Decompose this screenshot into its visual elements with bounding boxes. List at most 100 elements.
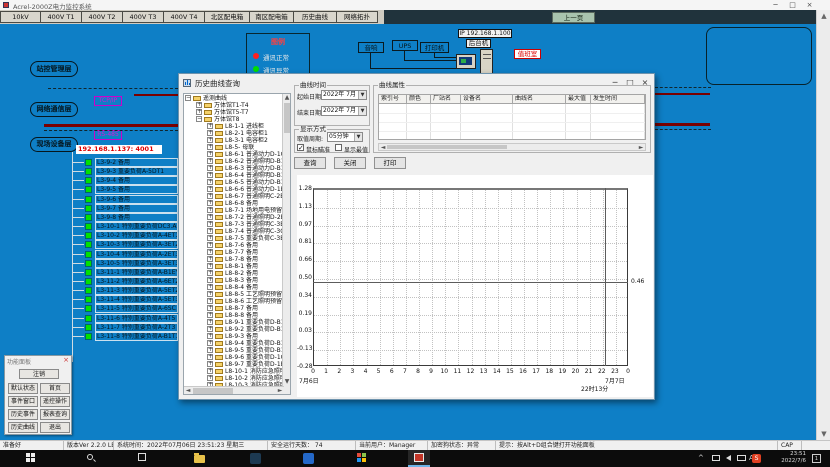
tree-item[interactable]: +L8-6-3 普通动力D-B1 xyxy=(184,165,284,172)
window-minimize-button[interactable]: ─ xyxy=(768,0,783,10)
status-green-indicator[interactable] xyxy=(85,296,92,303)
tree-item[interactable]: +L8-8-7 备用 xyxy=(184,305,284,312)
tree-item[interactable]: +L8-9-3 备用 xyxy=(184,333,284,340)
status-green-indicator[interactable] xyxy=(85,196,92,203)
tab-北区配电箱[interactable]: 北区配电箱 xyxy=(204,11,250,23)
scroll-right-icon[interactable]: ► xyxy=(637,144,645,152)
scroll-down-icon[interactable]: ▼ xyxy=(283,378,291,386)
dropdown-arrow-icon[interactable]: ▼ xyxy=(358,91,366,99)
window-maximize-button[interactable]: □ xyxy=(785,0,800,10)
column-header-曲线名[interactable]: 曲线名 xyxy=(513,95,566,104)
tree-item[interactable]: +L8-7-7 备用 xyxy=(184,249,284,256)
window-titlebar[interactable]: Acrel-2000Z电力监控系统 ─ □ × xyxy=(0,0,830,10)
scroll-left-icon[interactable]: ◄ xyxy=(184,387,192,395)
tree-item[interactable]: +L8-1-1 进线柜 xyxy=(184,123,284,130)
scroll-thumb[interactable] xyxy=(387,145,507,149)
acrel-app-taskbar-icon[interactable] xyxy=(408,450,430,467)
status-green-indicator[interactable] xyxy=(85,260,92,267)
tree-item[interactable]: +L8-6-6 普通动力D-1B xyxy=(184,186,284,193)
panel-button-遥控操作[interactable]: 遥控操作 xyxy=(40,396,70,407)
end-date-picker[interactable]: 2022年 7月 6▼ xyxy=(321,106,367,116)
close-button[interactable]: 关闭 xyxy=(334,157,366,169)
status-green-indicator[interactable] xyxy=(85,305,92,312)
tray-network-icon[interactable] xyxy=(712,455,720,461)
column-header-发生时间[interactable]: 发生时间 xyxy=(591,95,645,104)
tree-item[interactable]: +L8-7-2 普通照明D-2B xyxy=(184,214,284,221)
tray-sogou-icon[interactable]: S xyxy=(752,454,761,463)
status-green-indicator[interactable] xyxy=(85,269,92,276)
panel-button-退出[interactable]: 退出 xyxy=(40,422,70,433)
tree-item[interactable]: +L8-7-5 重要负荷C-3B xyxy=(184,235,284,242)
tree-item[interactable]: +L8-10-2 消防应急照明 xyxy=(184,375,284,382)
panel-button-历史曲线[interactable]: 历史曲线 xyxy=(8,422,38,433)
tree-item[interactable]: +L8-7-1 场地用电预留 xyxy=(184,207,284,214)
tab-历史曲线[interactable]: 历史曲线 xyxy=(293,11,337,23)
column-header-索引号[interactable]: 索引号 xyxy=(379,95,407,104)
tree-item[interactable]: +L8-7-8 备用 xyxy=(184,256,284,263)
task-view-icon[interactable] xyxy=(138,453,149,464)
notification-center-icon[interactable]: 1 xyxy=(812,454,821,463)
tree-item[interactable]: +L8-3-1 电容柜2 xyxy=(184,137,284,144)
tree-expand-icon[interactable]: − xyxy=(185,95,191,101)
tree-item[interactable]: +L8-8-2 备用 xyxy=(184,270,284,277)
tree-item[interactable]: +L8-8-3 备用 xyxy=(184,277,284,284)
history-curve-chart[interactable]: 1.281.130.970.810.660.500.340.190.03-0.1… xyxy=(297,175,653,397)
tree-item[interactable]: +L8-9-2 重要负荷D-B1 xyxy=(184,326,284,333)
tree-item[interactable]: +L8-9-1 重要负荷D-B1 xyxy=(184,319,284,326)
period-select[interactable]: 05分钟▼ xyxy=(327,132,363,142)
tree-expand-icon[interactable]: − xyxy=(196,116,202,122)
tree-item[interactable]: +L8-9-6 重要负荷D-1C xyxy=(184,354,284,361)
tab-400V T1[interactable]: 400V T1 xyxy=(40,11,82,23)
table-horizontal-scrollbar[interactable]: ◄ ► xyxy=(378,143,646,151)
tree-vertical-scrollbar[interactable]: ▲ ▼ xyxy=(282,94,290,394)
tree-item[interactable]: +L8-7-4 普通照明C-3C xyxy=(184,228,284,235)
tree-item[interactable]: +L8-6-4 普通照明D-B1 xyxy=(184,172,284,179)
tree-item[interactable]: +L8-7-3 普通照明C-3B xyxy=(184,221,284,228)
status-green-indicator[interactable] xyxy=(85,205,92,212)
panel-button-历史事件[interactable]: 历史事件 xyxy=(8,409,38,420)
tab-南区配电箱[interactable]: 南区配电箱 xyxy=(249,11,294,23)
windows-app-icon[interactable] xyxy=(357,453,368,464)
status-green-indicator[interactable] xyxy=(85,324,92,331)
tree-horizontal-scrollbar[interactable]: ◄ ► xyxy=(184,386,284,394)
panel-button-首页[interactable]: 首页 xyxy=(40,383,70,394)
plot-area[interactable] xyxy=(313,188,628,366)
status-green-indicator[interactable] xyxy=(85,168,92,175)
dropdown-arrow-icon[interactable]: ▼ xyxy=(358,107,366,115)
tree-item[interactable]: −万体馆T8 xyxy=(184,116,284,123)
start-button[interactable] xyxy=(26,453,37,464)
column-header-最大值[interactable]: 最大值 xyxy=(566,95,591,104)
scroll-up-icon[interactable]: ▲ xyxy=(817,10,830,22)
status-green-indicator[interactable] xyxy=(85,186,92,193)
tree-item[interactable]: +L8-2-1 电容柜1 xyxy=(184,130,284,137)
column-header-设备名[interactable]: 设备名 xyxy=(461,95,513,104)
previous-page-button[interactable]: 上一页 xyxy=(552,12,595,23)
tree-item[interactable]: +L8-9-5 重要负荷D-B1 xyxy=(184,347,284,354)
scroll-thumb[interactable] xyxy=(193,388,233,394)
scroll-thumb[interactable] xyxy=(284,103,290,133)
file-explorer-icon[interactable] xyxy=(194,455,205,463)
tree-item[interactable]: +L8-5- 母联 xyxy=(184,144,284,151)
mouse-aim-checkbox[interactable]: ✓ xyxy=(297,144,304,151)
app-icon-blue[interactable] xyxy=(303,453,314,464)
tab-400V T4[interactable]: 400V T4 xyxy=(163,11,205,23)
status-green-indicator[interactable] xyxy=(85,278,92,285)
tree-item[interactable]: +L8-6-7 普通照明C-2B xyxy=(184,193,284,200)
curve-properties-table[interactable]: 索引号颜色厂站名设备名曲线名最大值发生时间 xyxy=(378,94,646,140)
print-button[interactable]: 打印 xyxy=(374,157,406,169)
tree-item[interactable]: +L8-6-2 普通照明D-B1 xyxy=(184,158,284,165)
tree-item[interactable]: +L8-6-8 备用 xyxy=(184,200,284,207)
status-green-indicator[interactable] xyxy=(85,315,92,322)
tab-400V T2[interactable]: 400V T2 xyxy=(81,11,123,23)
tray-keyboard-icon[interactable] xyxy=(737,455,746,461)
column-header-厂站名[interactable]: 厂站名 xyxy=(431,95,461,104)
scroll-right-icon[interactable]: ► xyxy=(276,387,284,395)
window-close-button[interactable]: × xyxy=(802,0,817,10)
main-vertical-scrollbar[interactable]: ▲ ▼ xyxy=(816,10,830,440)
tray-speaker-icon[interactable] xyxy=(726,455,731,461)
tray-chevron-icon[interactable]: ^ xyxy=(698,454,704,462)
tree-item[interactable]: +L8-8-8 备用 xyxy=(184,312,284,319)
show-max-checkbox[interactable] xyxy=(335,144,342,151)
panel-button-报表查询[interactable]: 报表查询 xyxy=(40,409,70,420)
tree-item[interactable]: +L8-10-1 消防应急照明 xyxy=(184,368,284,375)
